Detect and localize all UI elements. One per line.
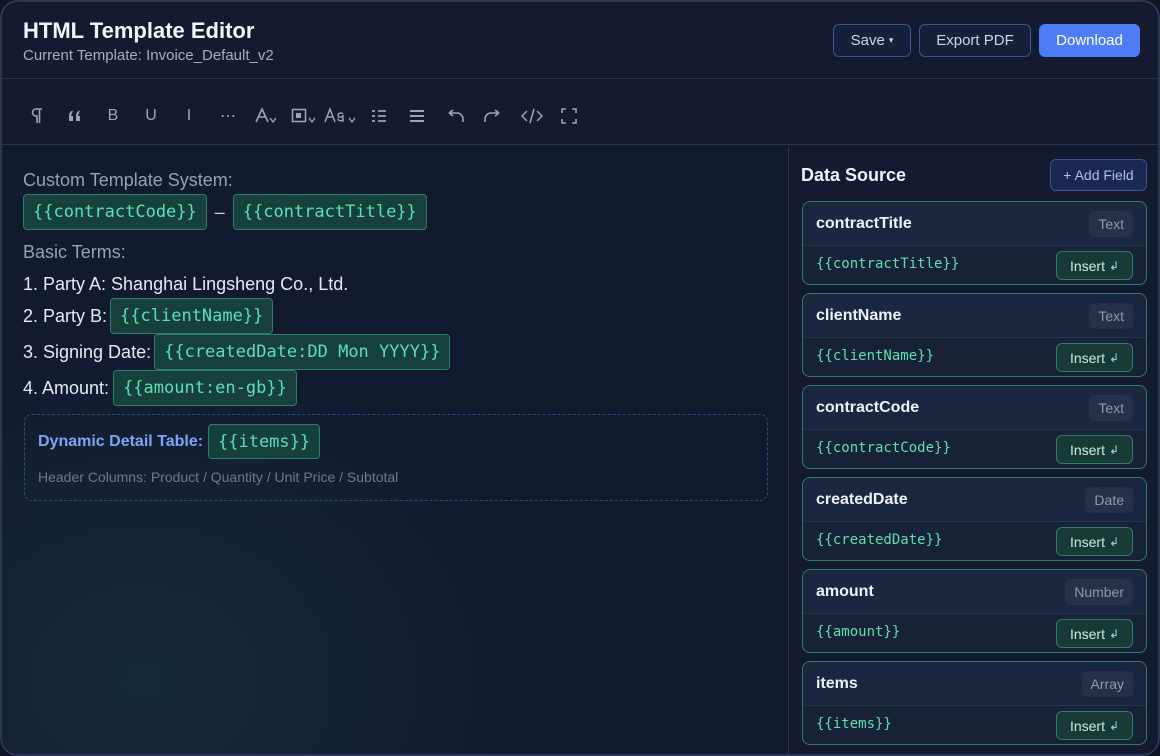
- return-icon: ↲: [1108, 534, 1120, 549]
- field-type-badge: Array: [1081, 671, 1133, 697]
- export-pdf-button[interactable]: Export PDF: [919, 24, 1031, 57]
- field-type-badge: Text: [1089, 395, 1133, 421]
- field-card-created-date: createdDate Date {{createdDate}} Insert ↲: [802, 477, 1147, 561]
- formatting-toolbar: B U I ⋯: [2, 80, 1158, 145]
- underline-icon[interactable]: U: [141, 104, 161, 128]
- undo-icon[interactable]: [444, 104, 466, 128]
- signing-date-line: 3. Signing Date: {{createdDate:DD Mon YY…: [23, 334, 451, 370]
- amount-label: 4. Amount:: [23, 377, 110, 398]
- insert-button[interactable]: Insert ↲: [1056, 251, 1133, 280]
- data-source-title: Data Source: [801, 165, 907, 185]
- client-name-token[interactable]: {{clientName}}: [110, 298, 274, 334]
- field-token: {{amount}}: [816, 624, 901, 640]
- align-icon[interactable]: [408, 104, 426, 128]
- field-type-badge: Date: [1085, 487, 1133, 513]
- field-type-badge: Number: [1065, 579, 1133, 605]
- data-source-panel: Data Source + Add Field contractTitle Te…: [789, 146, 1158, 754]
- header-bar: HTML Template Editor Current Template: I…: [2, 2, 1158, 79]
- more-icon[interactable]: ⋯: [216, 104, 240, 128]
- insert-button[interactable]: Insert ↲: [1056, 711, 1133, 740]
- field-card-contract-title: contractTitle Text {{contractTitle}} Ins…: [802, 201, 1147, 285]
- paragraph-icon[interactable]: [28, 104, 46, 128]
- created-date-token[interactable]: {{createdDate:DD Mon YYYY}}: [154, 334, 451, 370]
- field-name: contractCode: [816, 399, 920, 416]
- dynamic-table-block[interactable]: Dynamic Detail Table: {{items}} Header C…: [24, 414, 768, 501]
- insert-button[interactable]: Insert ↲: [1056, 343, 1133, 372]
- signing-date-label: 3. Signing Date:: [23, 341, 152, 362]
- insert-label: Insert: [1069, 717, 1105, 734]
- field-token: {{clientName}}: [816, 348, 935, 364]
- insert-button[interactable]: Insert ↲: [1056, 435, 1133, 464]
- quote-icon[interactable]: [65, 104, 85, 128]
- page-title: HTML Template Editor: [23, 18, 255, 43]
- template-heading: Custom Template System:: [23, 169, 233, 190]
- return-icon: ↲: [1108, 258, 1120, 273]
- insert-label: Insert: [1069, 257, 1105, 274]
- return-icon: ↲: [1108, 718, 1120, 733]
- field-token: {{createdDate}}: [816, 532, 943, 548]
- add-field-button[interactable]: + Add Field: [1050, 159, 1147, 191]
- party-b-label: 2. Party B:: [23, 305, 108, 326]
- items-token[interactable]: {{items}}: [208, 424, 321, 459]
- party-a-line: 1. Party A: Shanghai Lingsheng Co., Ltd.: [23, 273, 349, 294]
- chevron-down-icon: ▾: [888, 35, 894, 45]
- return-icon: ↲: [1108, 626, 1120, 641]
- field-name: contractTitle: [816, 215, 912, 232]
- code-view-icon[interactable]: [520, 104, 544, 128]
- party-b-line: 2. Party B: {{clientName}}: [23, 298, 274, 334]
- title-separator: –: [214, 201, 225, 222]
- highlight-icon[interactable]: [290, 104, 318, 128]
- field-type-badge: Text: [1089, 303, 1133, 329]
- basic-terms-heading: Basic Terms:: [23, 241, 126, 262]
- font-size-icon[interactable]: [324, 104, 358, 128]
- italic-icon[interactable]: I: [179, 104, 199, 128]
- dynamic-table-label: Dynamic Detail Table:: [38, 433, 204, 450]
- field-type-badge: Text: [1089, 211, 1133, 237]
- title-line: {{contractCode}} – {{contractTitle}}: [23, 194, 427, 230]
- field-card-items: items Array {{items}} Insert ↲: [802, 661, 1147, 745]
- fullscreen-icon[interactable]: [559, 104, 579, 128]
- font-color-icon[interactable]: [253, 104, 279, 128]
- field-card-client-name: clientName Text {{clientName}} Insert ↲: [802, 293, 1147, 377]
- insert-label: Insert: [1069, 533, 1105, 550]
- insert-button[interactable]: Insert ↲: [1056, 619, 1133, 648]
- return-icon: ↲: [1108, 442, 1120, 457]
- field-token: {{items}}: [816, 716, 892, 732]
- contract-title-token[interactable]: {{contractTitle}}: [232, 194, 427, 230]
- insert-label: Insert: [1069, 441, 1105, 458]
- save-label: Save: [850, 32, 885, 49]
- field-card-amount: amount Number {{amount}} Insert ↲: [802, 569, 1147, 653]
- list-icon[interactable]: [370, 104, 388, 128]
- field-name: clientName: [816, 307, 902, 324]
- current-template-label: Current Template: Invoice_Default_v2: [23, 47, 274, 64]
- field-name: items: [816, 675, 858, 692]
- download-button[interactable]: Download: [1039, 24, 1140, 57]
- field-card-contract-code: contractCode Text {{contractCode}} Inser…: [802, 385, 1147, 469]
- editor-window: HTML Template Editor Current Template: I…: [0, 0, 1160, 756]
- insert-button[interactable]: Insert ↲: [1056, 527, 1133, 556]
- field-name: amount: [816, 583, 874, 600]
- return-icon: ↲: [1108, 350, 1120, 365]
- bold-icon[interactable]: B: [103, 104, 123, 128]
- insert-label: Insert: [1069, 625, 1105, 642]
- field-name: createdDate: [816, 491, 908, 508]
- contract-code-token[interactable]: {{contractCode}}: [23, 194, 207, 230]
- save-button[interactable]: Save ▾: [833, 24, 911, 57]
- redo-icon[interactable]: [482, 104, 504, 128]
- header-columns-note: Header Columns: Product / Quantity / Uni…: [38, 469, 399, 485]
- amount-token[interactable]: {{amount:en-gb}}: [113, 370, 297, 406]
- amount-line: 4. Amount: {{amount:en-gb}}: [23, 370, 297, 406]
- field-token: {{contractCode}}: [816, 440, 951, 456]
- field-token: {{contractTitle}}: [816, 256, 960, 272]
- insert-label: Insert: [1069, 349, 1105, 366]
